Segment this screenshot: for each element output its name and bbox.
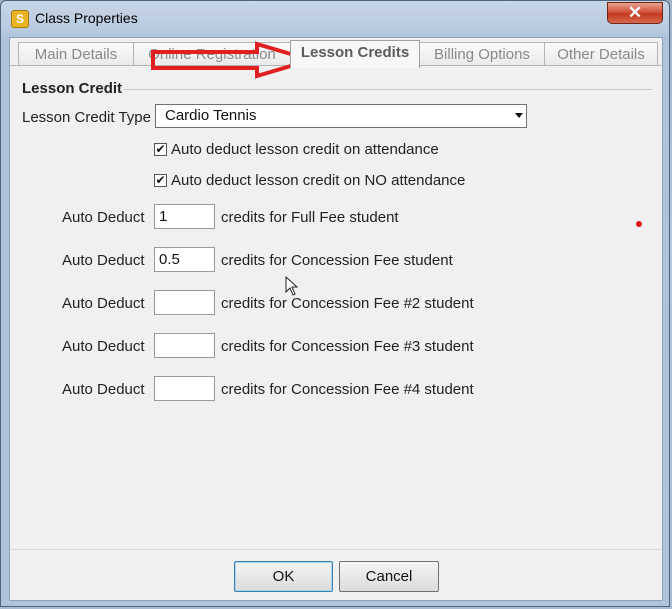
auto-deduct-label: Auto Deduct bbox=[62, 252, 145, 269]
tab-other-details[interactable]: Other Details bbox=[544, 42, 658, 66]
auto-deduct-label: Auto Deduct bbox=[62, 381, 145, 398]
concession-fee-credit-label: credits for Concession Fee student bbox=[221, 252, 453, 269]
dropdown-arrow-icon[interactable] bbox=[515, 113, 523, 118]
cancel-button[interactable]: Cancel bbox=[339, 561, 439, 592]
app-logo-icon: S bbox=[11, 10, 29, 28]
red-dot-marker bbox=[636, 221, 642, 227]
lesson-credit-type-select[interactable]: Cardio Tennis bbox=[155, 104, 527, 128]
lesson-credit-type-label: Lesson Credit Type bbox=[22, 109, 151, 126]
dialog-body: Main Details Online Registration Lesson … bbox=[9, 37, 663, 601]
tab-billing-options[interactable]: Billing Options bbox=[419, 42, 545, 66]
close-button[interactable]: ✕ bbox=[607, 2, 663, 24]
concession-fee-3-credit-input[interactable] bbox=[154, 333, 215, 358]
window-title: Class Properties bbox=[35, 10, 138, 26]
full-fee-credit-input[interactable]: 1 bbox=[154, 204, 215, 229]
concession-fee-3-credit-label: credits for Concession Fee #3 student bbox=[221, 338, 474, 355]
auto-deduct-attendance-label[interactable]: Auto deduct lesson credit on attendance bbox=[171, 141, 439, 158]
auto-deduct-attendance-checkbox[interactable]: ✔ bbox=[154, 143, 167, 156]
lesson-credit-type-value: Cardio Tennis bbox=[165, 107, 257, 124]
concession-fee-credit-input[interactable]: 0.5 bbox=[154, 247, 215, 272]
concession-fee-4-credit-input[interactable] bbox=[154, 376, 215, 401]
class-properties-dialog: S Class Properties ✕ Main Details Online… bbox=[0, 0, 670, 607]
section-title: Lesson Credit bbox=[22, 80, 123, 97]
auto-deduct-label: Auto Deduct bbox=[62, 338, 145, 355]
section-divider bbox=[124, 89, 652, 90]
auto-deduct-label: Auto Deduct bbox=[62, 209, 145, 226]
auto-deduct-label: Auto Deduct bbox=[62, 295, 145, 312]
concession-fee-2-credit-input[interactable] bbox=[154, 290, 215, 315]
concession-fee-2-credit-label: credits for Concession Fee #2 student bbox=[221, 295, 474, 312]
ok-button[interactable]: OK bbox=[234, 561, 333, 592]
mouse-pointer-icon bbox=[285, 276, 299, 296]
concession-fee-4-credit-label: credits for Concession Fee #4 student bbox=[221, 381, 474, 398]
full-fee-credit-label: credits for Full Fee student bbox=[221, 209, 399, 226]
tab-main-details[interactable]: Main Details bbox=[18, 42, 134, 66]
auto-deduct-no-attendance-checkbox[interactable]: ✔ bbox=[154, 174, 167, 187]
auto-deduct-no-attendance-label[interactable]: Auto deduct lesson credit on NO attendan… bbox=[171, 172, 465, 189]
title-bar: S Class Properties ✕ bbox=[1, 1, 671, 37]
tab-lesson-credits[interactable]: Lesson Credits bbox=[290, 40, 420, 68]
tab-online-registration[interactable]: Online Registration bbox=[133, 42, 291, 66]
